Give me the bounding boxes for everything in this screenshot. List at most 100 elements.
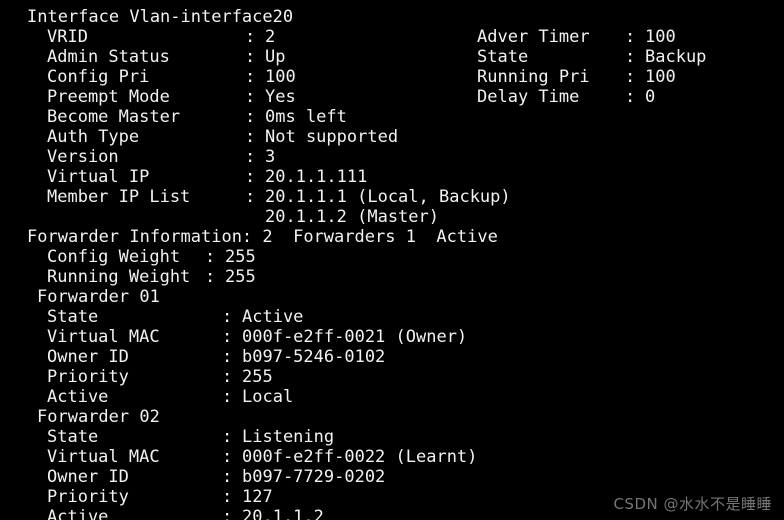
row-forwarder-01-virtual-mac: Virtual MAC : 000f-e2ff-0021 (Owner): [0, 327, 784, 347]
label-member-ip-list: Member IP List: [47, 187, 191, 207]
separator-forwarder-01-priority: :: [222, 367, 233, 387]
value-forwarder-02-active: 20.1.1.2: [242, 507, 324, 520]
row-forwarder-information-heading: Forwarder Information: 2 Forwarders 1 Ac…: [0, 227, 784, 247]
separator-vrid: :: [245, 27, 256, 47]
interface-header-line: Interface Vlan-interface20: [0, 7, 784, 27]
value-running-pri: 100: [645, 67, 676, 87]
value-forwarder-01-state: Active: [242, 307, 304, 327]
value-vrid: 2: [265, 27, 276, 47]
forwarder-information-heading: Forwarder Information: 2 Forwarders 1 Ac…: [27, 227, 498, 247]
value-become-master: 0ms left: [265, 107, 347, 127]
separator-forwarder-01-active: :: [222, 387, 233, 407]
label-forwarder-02-state: State: [47, 427, 99, 447]
value-forwarder-02-state: Listening: [242, 427, 335, 447]
row-version: Version : 3: [0, 147, 784, 167]
value-forwarder-02-priority: 127: [242, 487, 273, 507]
value-forwarder-01-priority: 255: [242, 367, 273, 387]
label-running-weight: Running Weight: [47, 267, 191, 287]
value-delay-time: 0: [645, 87, 656, 107]
value-state: Backup: [645, 47, 707, 67]
separator-forwarder-02-owner-id: :: [222, 467, 233, 487]
value-member-ip-list-secondary: 20.1.1.2 (Master): [265, 207, 439, 227]
separator-auth-type: :: [245, 127, 256, 147]
value-member-ip-list: 20.1.1.1 (Local, Backup): [265, 187, 511, 207]
label-virtual-ip: Virtual IP: [47, 167, 150, 187]
label-forwarder-01-active: Active: [47, 387, 109, 407]
value-forwarder-01-virtual-mac: 000f-e2ff-0021 (Owner): [242, 327, 468, 347]
row-vrid: VRID : 2 Adver Timer : 100: [0, 27, 784, 47]
label-forwarder-01-virtual-mac: Virtual MAC: [47, 327, 160, 347]
value-version: 3: [265, 147, 276, 167]
csdn-watermark: CSDN @水水不是睡睡: [613, 495, 772, 513]
row-auth-type: Auth Type : Not supported: [0, 127, 784, 147]
label-vrid: VRID: [47, 27, 88, 47]
separator-running-pri: :: [625, 67, 636, 87]
separator-delay-time: :: [625, 87, 636, 107]
label-forwarder-02-virtual-mac: Virtual MAC: [47, 447, 160, 467]
row-forwarder-02-owner-id: Owner ID : b097-7729-0202: [0, 467, 784, 487]
separator-forwarder-01-state: :: [222, 307, 233, 327]
label-admin-status: Admin Status: [47, 47, 170, 67]
row-forwarder-01-priority: Priority : 255: [0, 367, 784, 387]
label-forwarder-02-priority: Priority: [47, 487, 129, 507]
row-become-master: Become Master : 0ms left: [0, 107, 784, 127]
terminal-output: Interface Vlan-interface20 VRID : 2 Adve…: [0, 0, 784, 520]
separator-running-weight: :: [205, 267, 216, 287]
row-preempt-mode: Preempt Mode : Yes Delay Time : 0: [0, 87, 784, 107]
label-forwarder-01-owner-id: Owner ID: [47, 347, 129, 367]
separator-become-master: :: [245, 107, 256, 127]
separator-preempt-mode: :: [245, 87, 256, 107]
row-running-weight: Running Weight : 255: [0, 267, 784, 287]
row-forwarder-01-state: State : Active: [0, 307, 784, 327]
label-adver-timer: Adver Timer: [477, 27, 590, 47]
interface-header: Interface Vlan-interface20: [27, 7, 294, 27]
value-forwarder-02-virtual-mac: 000f-e2ff-0022 (Learnt): [242, 447, 478, 467]
forwarder-01-title: Forwarder 01: [37, 287, 160, 307]
label-running-pri: Running Pri: [477, 67, 590, 87]
value-admin-status: Up: [265, 47, 286, 67]
label-delay-time: Delay Time: [477, 87, 580, 107]
row-member-ip-list: Member IP List : 20.1.1.1 (Local, Backup…: [0, 187, 784, 207]
value-config-pri: 100: [265, 67, 296, 87]
row-forwarder-01-owner-id: Owner ID : b097-5246-0102: [0, 347, 784, 367]
value-forwarder-01-owner-id: b097-5246-0102: [242, 347, 386, 367]
separator-virtual-ip: :: [245, 167, 256, 187]
row-forwarder-02-state: State : Listening: [0, 427, 784, 447]
row-forwarder-01-active: Active : Local: [0, 387, 784, 407]
value-forwarder-01-active: Local: [242, 387, 294, 407]
row-virtual-ip: Virtual IP : 20.1.1.111: [0, 167, 784, 187]
separator-forwarder-02-active: :: [222, 507, 233, 520]
separator-admin-status: :: [245, 47, 256, 67]
row-config-weight: Config Weight : 255: [0, 247, 784, 267]
label-auth-type: Auth Type: [47, 127, 140, 147]
separator-config-weight: :: [205, 247, 216, 267]
label-state: State: [477, 47, 529, 67]
label-forwarder-01-priority: Priority: [47, 367, 129, 387]
label-become-master: Become Master: [47, 107, 181, 127]
label-version: Version: [47, 147, 119, 167]
label-forwarder-02-active: Active: [47, 507, 109, 520]
separator-forwarder-02-priority: :: [222, 487, 233, 507]
row-member-ip-list-continued: 20.1.1.2 (Master): [0, 207, 784, 227]
row-forwarder-02-virtual-mac: Virtual MAC : 000f-e2ff-0022 (Learnt): [0, 447, 784, 467]
row-forwarder-02-title: Forwarder 02: [0, 407, 784, 427]
forwarder-02-title: Forwarder 02: [37, 407, 160, 427]
label-forwarder-02-owner-id: Owner ID: [47, 467, 129, 487]
value-config-weight: 255: [225, 247, 256, 267]
row-config-pri: Config Pri : 100 Running Pri : 100: [0, 67, 784, 87]
row-admin-status: Admin Status : Up State : Backup: [0, 47, 784, 67]
label-preempt-mode: Preempt Mode: [47, 87, 170, 107]
value-adver-timer: 100: [645, 27, 676, 47]
separator-forwarder-01-virtual-mac: :: [222, 327, 233, 347]
separator-forwarder-02-virtual-mac: :: [222, 447, 233, 467]
separator-member-ip-list: :: [245, 187, 256, 207]
separator-version: :: [245, 147, 256, 167]
separator-forwarder-02-state: :: [222, 427, 233, 447]
value-auth-type: Not supported: [265, 127, 399, 147]
label-forwarder-01-state: State: [47, 307, 99, 327]
value-running-weight: 255: [225, 267, 256, 287]
value-preempt-mode: Yes: [265, 87, 296, 107]
terminal-text-body: Interface Vlan-interface20 VRID : 2 Adve…: [0, 7, 784, 520]
label-config-weight: Config Weight: [47, 247, 181, 267]
row-forwarder-01-title: Forwarder 01: [0, 287, 784, 307]
